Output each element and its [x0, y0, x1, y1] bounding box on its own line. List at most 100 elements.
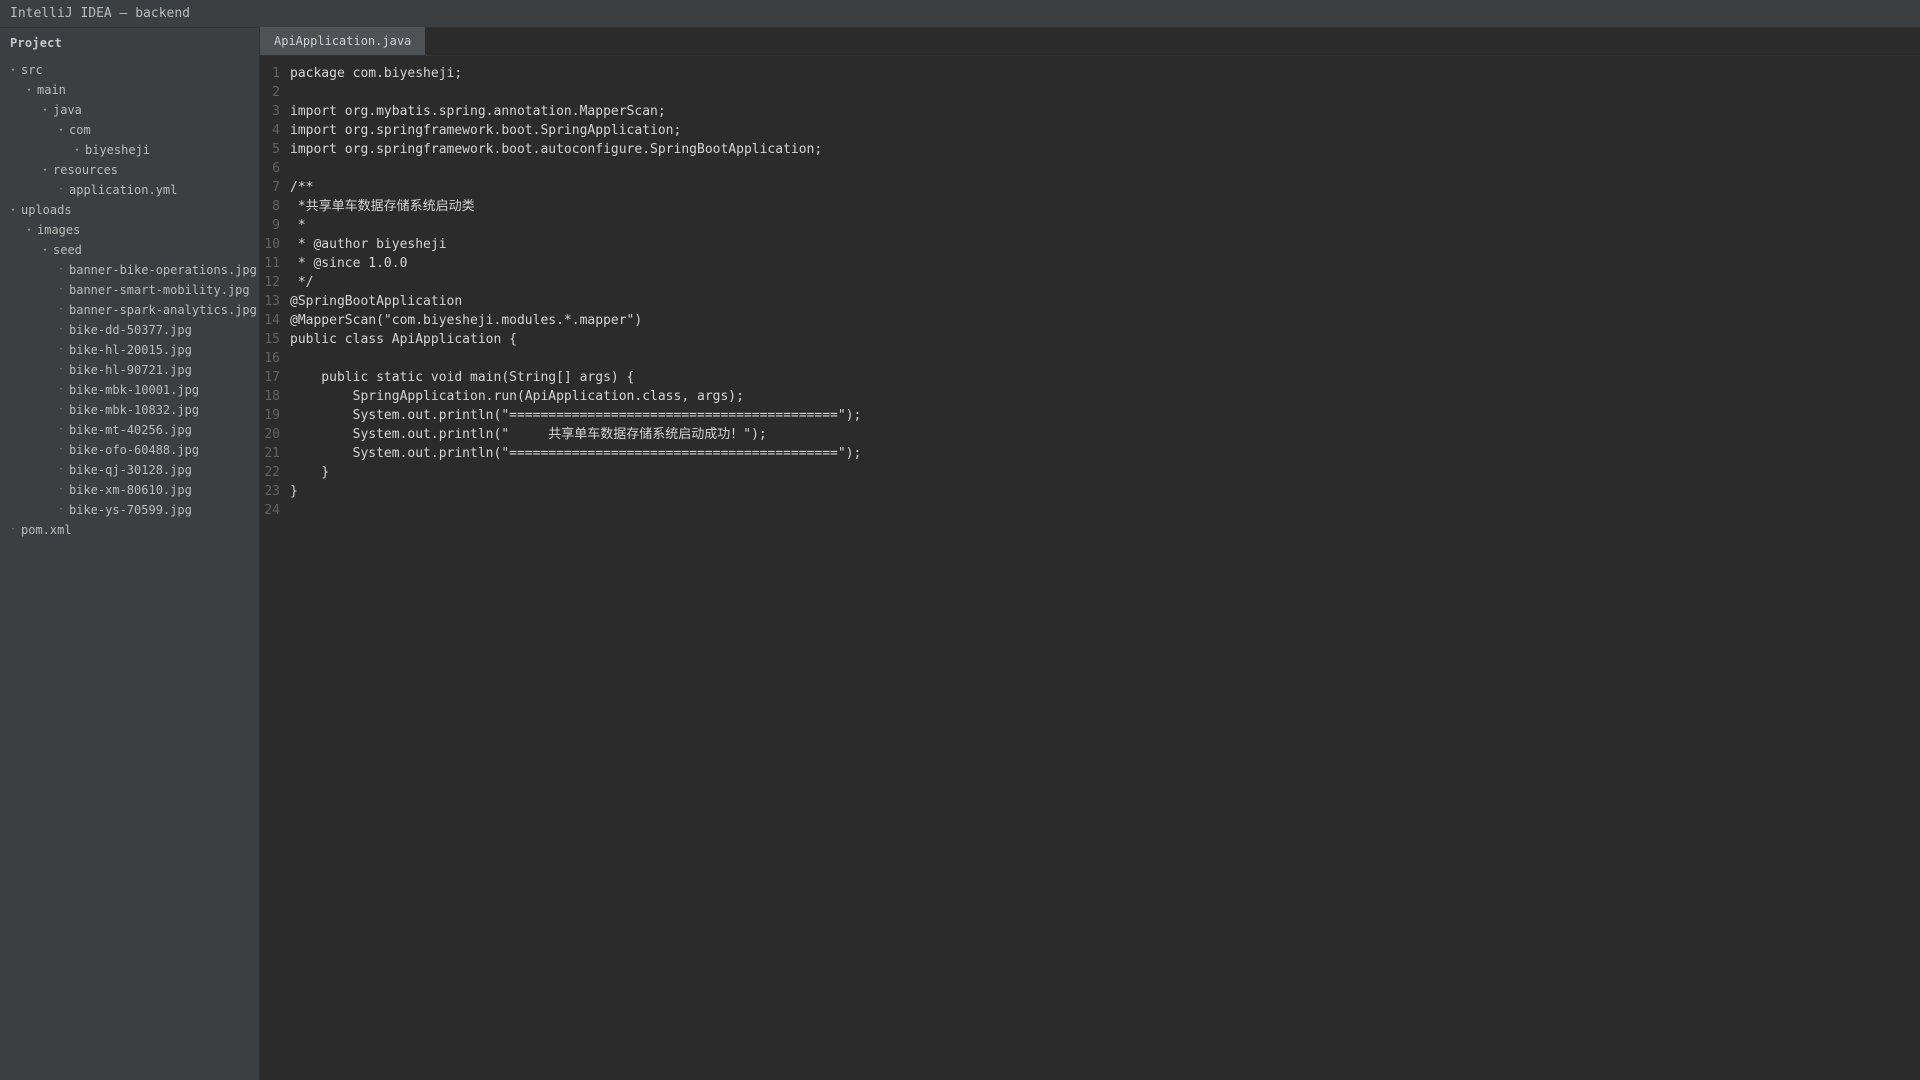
- code-line: 9 *: [260, 216, 1920, 235]
- tree-item-label: bike-mbk-10001.jpg: [69, 383, 200, 397]
- line-number: 10: [264, 237, 280, 252]
- chevron-down-icon[interactable]: ▾: [40, 160, 50, 180]
- code-text: SpringApplication.run(ApiApplication.cla…: [290, 389, 744, 404]
- tree-item-java[interactable]: ▾ java: [0, 100, 259, 120]
- tree-item-label: bike-ys-70599.jpg: [69, 503, 192, 517]
- tree-item-application-yml[interactable]: • application.yml: [0, 180, 259, 200]
- line-number: 3: [272, 104, 280, 119]
- chevron-down-icon[interactable]: ▾: [56, 120, 66, 140]
- project-tree: ▾ src ▾ main ▾ java ▾ com ▾ biyesheji ▾ …: [0, 58, 259, 540]
- chevron-down-icon[interactable]: ▾: [72, 140, 82, 160]
- line-number: 15: [264, 332, 280, 347]
- tree-item-banner-smart-mobility[interactable]: • banner-smart-mobility.jpg: [0, 280, 259, 300]
- tree-item-bike-hl-20015[interactable]: • bike-hl-20015.jpg: [0, 340, 259, 360]
- chevron-down-icon[interactable]: ▾: [24, 220, 34, 240]
- line-number: 18: [264, 389, 280, 404]
- code-line: 21 System.out.println("=================…: [260, 444, 1920, 463]
- tree-item-label: bike-mt-40256.jpg: [69, 423, 192, 437]
- tree-item-seed[interactable]: ▾ seed: [0, 240, 259, 260]
- tree-item-label: banner-bike-operations.jpg: [69, 263, 257, 277]
- code-line: 2: [260, 83, 1920, 102]
- tree-item-bike-mbk-10001[interactable]: • bike-mbk-10001.jpg: [0, 380, 259, 400]
- code-text: }: [290, 465, 330, 480]
- code-line: 5 import org.springframework.boot.autocon…: [260, 140, 1920, 159]
- code-text: import org.springframework.boot.autoconf…: [290, 142, 823, 157]
- file-icon: •: [59, 446, 63, 453]
- tree-item-label: bike-hl-20015.jpg: [69, 343, 192, 357]
- tab-apiapplication-java[interactable]: ApiApplication.java: [260, 27, 426, 55]
- code-line: 8 *共享单车数据存储系统启动类: [260, 197, 1920, 216]
- tree-item-bike-qj-30128[interactable]: • bike-qj-30128.jpg: [0, 460, 259, 480]
- line-number: 22: [264, 465, 280, 480]
- code-line: 11 * @since 1.0.0: [260, 254, 1920, 273]
- line-number: 2: [272, 85, 280, 100]
- code-line: 13 @SpringBootApplication: [260, 292, 1920, 311]
- chevron-down-icon[interactable]: ▾: [8, 60, 18, 80]
- tree-item-bike-hl-90721[interactable]: • bike-hl-90721.jpg: [0, 360, 259, 380]
- tree-item-banner-spark-analytics[interactable]: • banner-spark-analytics.jpg: [0, 300, 259, 320]
- code-editor[interactable]: 1 package com.biyesheji; 2 3 import org.my…: [260, 56, 1920, 1080]
- line-number: 19: [264, 408, 280, 423]
- project-sidebar: Project ▾ src ▾ main ▾ java ▾ com ▾ biye…: [0, 28, 260, 1080]
- tree-item-label: biyesheji: [85, 143, 151, 157]
- code-text: /**: [290, 180, 314, 195]
- tree-item-biyesheji[interactable]: ▾ biyesheji: [0, 140, 259, 160]
- tree-item-main[interactable]: ▾ main: [0, 80, 259, 100]
- tree-item-uploads[interactable]: ▾ uploads: [0, 200, 259, 220]
- code-text: * @author biyesheji: [290, 237, 447, 252]
- file-icon: •: [59, 266, 63, 273]
- tree-item-banner-bike-operations[interactable]: • banner-bike-operations.jpg: [0, 260, 259, 280]
- code-line: 3 import org.mybatis.spring.annotation.Ma…: [260, 102, 1920, 121]
- chevron-down-icon[interactable]: ▾: [40, 100, 50, 120]
- tree-item-label: src: [21, 63, 43, 77]
- tree-item-src[interactable]: ▾ src: [0, 60, 259, 80]
- tree-item-pom-xml[interactable]: • pom.xml: [0, 520, 259, 540]
- tree-item-bike-xm-80610[interactable]: • bike-xm-80610.jpg: [0, 480, 259, 500]
- file-icon: •: [59, 326, 63, 333]
- code-line: 22 }: [260, 463, 1920, 482]
- file-icon: •: [59, 286, 63, 293]
- file-icon: •: [11, 526, 15, 533]
- code-line: 24: [260, 501, 1920, 520]
- code-text: public static void main(String[] args) {: [290, 370, 635, 385]
- tree-item-label: com: [69, 123, 91, 137]
- code-line: 7 /**: [260, 178, 1920, 197]
- tree-item-bike-dd-50377[interactable]: • bike-dd-50377.jpg: [0, 320, 259, 340]
- tree-item-label: java: [53, 103, 82, 117]
- code-text: @SpringBootApplication: [290, 294, 463, 309]
- ide-layout: Project ▾ src ▾ main ▾ java ▾ com ▾ biye…: [0, 27, 1920, 1080]
- tree-item-bike-mt-40256[interactable]: • bike-mt-40256.jpg: [0, 420, 259, 440]
- tree-item-bike-mbk-10832[interactable]: • bike-mbk-10832.jpg: [0, 400, 259, 420]
- code-text: public class ApiApplication {: [290, 332, 517, 347]
- line-number: 17: [264, 370, 280, 385]
- tree-item-label: bike-xm-80610.jpg: [69, 483, 192, 497]
- chevron-down-icon[interactable]: ▾: [8, 200, 18, 220]
- project-panel-title: Project: [10, 36, 62, 50]
- file-icon: •: [59, 346, 63, 353]
- code-line: 23}: [260, 482, 1920, 501]
- tree-item-label: bike-dd-50377.jpg: [69, 323, 192, 337]
- chevron-down-icon[interactable]: ▾: [24, 80, 34, 100]
- tree-item-com[interactable]: ▾ com: [0, 120, 259, 140]
- file-icon: •: [59, 466, 63, 473]
- tree-item-label: banner-spark-analytics.jpg: [69, 303, 257, 317]
- tree-item-resources[interactable]: ▾ resources: [0, 160, 259, 180]
- chevron-down-icon[interactable]: ▾: [40, 240, 50, 260]
- line-number: 1: [272, 66, 280, 81]
- code-line: 18 SpringApplication.run(ApiApplication.…: [260, 387, 1920, 406]
- tree-item-label: application.yml: [69, 183, 178, 197]
- code-line: 20 System.out.println(" 共享单车数据存储系统启动成功！"…: [260, 425, 1920, 444]
- editor-tabs: ApiApplication.java: [260, 27, 1920, 56]
- line-number: 16: [264, 351, 280, 366]
- code-text: *共享单车数据存储系统启动类: [290, 199, 475, 214]
- tree-item-bike-ofo-60488[interactable]: • bike-ofo-60488.jpg: [0, 440, 259, 460]
- file-icon: •: [59, 486, 63, 493]
- file-icon: •: [59, 306, 63, 313]
- line-number: 20: [264, 427, 280, 442]
- tree-item-bike-ys-70599[interactable]: • bike-ys-70599.jpg: [0, 500, 259, 520]
- tree-item-images[interactable]: ▾ images: [0, 220, 259, 240]
- line-number: 5: [272, 142, 280, 157]
- line-number: 6: [272, 161, 280, 176]
- code-text: *: [290, 218, 306, 233]
- line-number: 8: [272, 199, 280, 214]
